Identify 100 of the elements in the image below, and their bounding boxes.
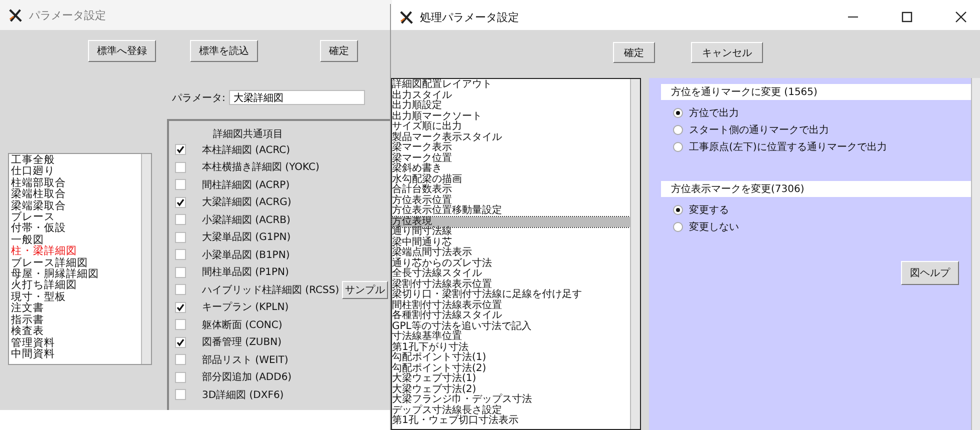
radio-option[interactable]: 方位で出力 (673, 106, 971, 120)
checkbox[interactable] (175, 249, 186, 260)
group-title: 方位表示マークを変更(7306) (661, 181, 971, 197)
checkbox-label: 本柱詳細図 (ACRC) (202, 144, 290, 157)
scrollbar[interactable] (630, 79, 640, 429)
checkbox-label: 間柱単品図 (P1PN) (202, 266, 289, 280)
checkbox[interactable] (175, 232, 186, 243)
settings-item[interactable]: 間柱割付寸法線表示位置 (392, 300, 630, 311)
toolbar-button[interactable]: 確定 (320, 40, 358, 62)
checkbox-label: 本柱横描き詳細図 (YOKC) (202, 160, 320, 174)
checkbox[interactable] (175, 302, 186, 313)
category-item[interactable]: 仕口廻り (11, 166, 139, 178)
category-item[interactable]: 現寸・型板 (11, 292, 139, 304)
category-item[interactable]: 梁端柱取合 (11, 189, 139, 201)
settings-item[interactable]: 梁切り口・梁割付寸法線に足線を付け足す (392, 290, 630, 300)
category-item[interactable]: 柱・梁詳細図 (11, 246, 139, 258)
checkbox[interactable] (175, 196, 186, 208)
radio-option[interactable]: 工事原点(左下)に位置する通りマークで出力 (673, 140, 971, 154)
settings-item[interactable]: サイズ順に出力 (392, 122, 630, 132)
category-item[interactable]: 火打ち詳細図 (11, 280, 139, 292)
settings-item[interactable]: 梁マーク表示 (392, 143, 630, 154)
category-item[interactable]: 梁端梁取合 (11, 200, 139, 212)
category-item[interactable]: 一般図 (11, 234, 139, 246)
sample-button[interactable]: サンプル (342, 280, 388, 299)
help-button[interactable]: 図ヘルプ (901, 261, 959, 285)
radio-button[interactable] (673, 222, 683, 232)
checkbox[interactable] (175, 389, 186, 400)
settings-item[interactable]: 各種割付寸法線スタイル (392, 311, 630, 322)
maximize-icon[interactable] (901, 11, 913, 23)
category-item[interactable]: ブレース詳細図 (11, 258, 139, 270)
checkbox[interactable] (175, 162, 186, 173)
category-item[interactable]: 工事全般 (11, 155, 139, 166)
checkbox[interactable] (175, 354, 186, 366)
radio-option[interactable]: 変更しない (673, 220, 971, 234)
window-title: 処理パラメータ設定 (420, 10, 519, 24)
scrollbar[interactable] (141, 154, 151, 364)
category-item[interactable]: 指示書 (11, 314, 139, 326)
toolbar-button[interactable]: 標準を読込 (190, 40, 258, 62)
checkbox[interactable] (175, 214, 186, 226)
settings-item[interactable]: 梁割付寸法線表示位置 (392, 280, 630, 290)
checkbox[interactable] (175, 179, 186, 190)
radio-button[interactable] (673, 125, 683, 135)
dialog-button[interactable]: キャンセル (691, 42, 763, 63)
checkbox-label: 大梁詳細図 (ACRG) (202, 196, 292, 210)
parameter-field[interactable]: 大梁詳細図 (229, 90, 366, 105)
close-icon[interactable] (955, 11, 967, 23)
settings-item[interactable]: 寸法線基準位置 (392, 332, 630, 342)
category-item[interactable]: 母屋・胴縁詳細図 (11, 269, 139, 280)
category-item[interactable]: 注文書 (11, 303, 139, 315)
checkbox[interactable] (175, 266, 186, 278)
settings-item[interactable]: 出力スタイル (392, 90, 630, 101)
settings-item[interactable]: 出力順マークソート (392, 112, 630, 122)
category-item[interactable]: ブレース (11, 212, 139, 224)
radio-option[interactable]: 変更する (673, 203, 971, 217)
category-item[interactable]: 中間資料 (11, 348, 139, 360)
settings-item[interactable]: 通り芯からのズレ寸法 (392, 258, 630, 269)
category-item[interactable]: 管理資料 (11, 338, 139, 349)
panel-heading: 詳細図共通項目 (213, 128, 284, 141)
radio-button[interactable] (673, 142, 683, 152)
radio-button[interactable] (673, 205, 683, 215)
settings-item[interactable]: GPL等の寸法を追い寸法で記入 (392, 322, 630, 332)
settings-item[interactable]: 合計台数表示 (392, 185, 630, 196)
settings-item[interactable]: 第1孔・ウェブ切口寸法表示 (392, 416, 630, 426)
window-title: パラメータ設定 (29, 8, 106, 22)
checkbox[interactable] (175, 284, 186, 296)
category-item[interactable]: 検査表 (11, 326, 139, 338)
settings-item[interactable]: デップス寸法線長さ設定 (392, 406, 630, 416)
settings-item[interactable]: 大梁ウェブ寸法(1) (392, 374, 630, 384)
checkbox[interactable] (175, 144, 186, 156)
settings-item[interactable]: 梁マーク位置 (392, 154, 630, 164)
checkbox-label: 図番管理 (ZUBN) (202, 336, 282, 350)
group-title: 方位を通りマークに変更 (1565) (661, 84, 971, 100)
settings-item[interactable]: 水勾配梁の描画 (392, 174, 630, 185)
checkbox[interactable] (175, 372, 186, 383)
checkbox-label: 3D詳細図 (DXF6) (202, 388, 284, 402)
settings-item[interactable]: 出力順設定 (392, 101, 630, 112)
scrollbar[interactable] (971, 78, 980, 430)
settings-item[interactable]: 詳細図配置レイアウト (392, 80, 630, 90)
settings-item[interactable]: 第1孔下がり寸法 (392, 342, 630, 353)
checkbox-label: 間柱詳細図 (ACRP) (202, 178, 290, 192)
radio-option[interactable]: スタート側の通りマークで出力 (673, 123, 971, 137)
settings-item[interactable]: 梁斜め書き (392, 164, 630, 174)
checkbox-label: 部品リスト (WEIT) (202, 354, 288, 367)
category-item[interactable]: 付帯・仮設 (11, 223, 139, 235)
category-item[interactable]: 柱端部取合 (11, 178, 139, 190)
settings-item[interactable]: 梁端点間寸法表示 (392, 248, 630, 258)
toolbar-button[interactable]: 標準へ登録 (88, 40, 156, 62)
settings-item[interactable]: 勾配ポイント寸法(2) (392, 364, 630, 374)
settings-item[interactable]: 梁中間通り芯 (392, 238, 630, 248)
settings-item[interactable]: 勾配ポイント寸法(1) (392, 353, 630, 364)
settings-item[interactable]: 製品マーク表示スタイル (392, 132, 630, 143)
settings-item[interactable]: 全長寸法線スタイル (392, 269, 630, 280)
settings-item[interactable]: 方位表示位置 (392, 196, 630, 206)
radio-button[interactable] (673, 108, 683, 118)
settings-item[interactable]: 方位表示位置移動量設定 (392, 206, 630, 216)
checkbox[interactable] (175, 336, 186, 348)
settings-item[interactable]: 大梁フランジ巾・デップス寸法 (392, 395, 630, 406)
settings-item[interactable]: 大梁ウェブ寸法(2) (392, 384, 630, 395)
checkbox[interactable] (175, 319, 186, 330)
dialog-button[interactable]: 確定 (613, 42, 655, 63)
